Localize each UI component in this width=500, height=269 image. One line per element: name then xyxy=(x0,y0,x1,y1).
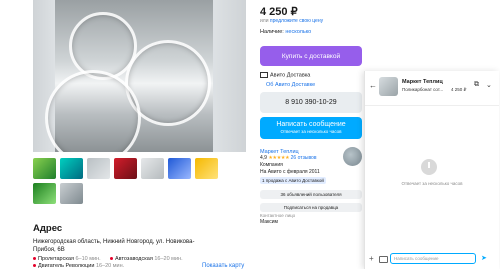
rating-value: 4,9 xyxy=(260,155,267,161)
show-map-link[interactable]: Показать карту xyxy=(202,263,244,269)
price-suggest: или предложите свою цену xyxy=(260,18,323,24)
thumbnail[interactable] xyxy=(141,158,164,179)
chat-panel: ← Маркет Теплиц Поликарбонат сот... 4 25… xyxy=(364,71,499,269)
stock-status: Наличие: несколько xyxy=(260,29,311,35)
seller-since: На Авито с февраля 2011 xyxy=(260,169,320,175)
seller-badge: 1 продажа с Авито Доставкой xyxy=(260,177,326,184)
metro-time: 16–20 мин. xyxy=(95,263,125,269)
buy-with-delivery-button[interactable]: Купить с доставкой xyxy=(260,46,362,66)
thumbnail[interactable] xyxy=(114,158,137,179)
seller-ads-button[interactable]: 36 объявлений пользователя xyxy=(260,190,362,199)
suggest-price-link[interactable]: предложите свою цену xyxy=(270,18,323,24)
chat-message-input[interactable]: Написать сообщение xyxy=(390,253,476,264)
metro-time: 6–10 мин. xyxy=(75,256,101,262)
metro-name: Пролетарская xyxy=(38,256,74,262)
delivery-label: Авито Доставка xyxy=(270,72,311,79)
address-line: Нижегородская область, Нижний Новгород, … xyxy=(33,239,195,245)
chat-item-thumbnail xyxy=(379,77,398,96)
send-icon[interactable]: ➤ xyxy=(481,254,487,262)
message-button-label: Написать сообщение xyxy=(276,121,346,128)
metro-name: Двигатель Революции xyxy=(38,263,95,269)
message-button-sub: Отвечает за несколько часов xyxy=(280,129,342,134)
chat-input-row: + Написать сообщение ➤ xyxy=(365,253,499,267)
thumbnail[interactable] xyxy=(60,158,83,179)
write-message-button[interactable]: Написать сообщение Отвечает за несколько… xyxy=(260,117,362,139)
chevron-down-icon[interactable]: ⌄ xyxy=(486,81,492,89)
photo-blur-right xyxy=(213,0,246,152)
seller-rating: 4,9 ★★★★★ 26 отзывов xyxy=(260,155,317,161)
camera-icon[interactable] xyxy=(379,256,388,263)
metro-name: Автозаводская xyxy=(115,256,153,262)
thumbnail[interactable] xyxy=(33,183,56,204)
metro-station: Автозаводская 16–20 мин. xyxy=(110,256,183,262)
contact-name: Максим xyxy=(260,219,278,225)
delivery-info: Авито Доставка xyxy=(260,72,310,78)
clock-icon xyxy=(421,159,437,175)
price: 4 250 ₽ xyxy=(260,6,298,18)
chat-subtitle: Поликарбонат сот... xyxy=(402,87,444,92)
address-line: Прибоя, 6В xyxy=(33,247,65,253)
metro-time: 16–20 мин. xyxy=(154,256,183,262)
chat-price: 4 250 ₽ xyxy=(451,87,467,92)
subscribe-button[interactable]: Подписаться на продавца xyxy=(260,203,362,212)
seller-type: Компания xyxy=(260,162,283,168)
photo-main xyxy=(45,0,213,152)
stock-value: несколько xyxy=(285,29,312,35)
about-delivery-link[interactable]: Об Авито Доставке xyxy=(266,82,315,88)
back-arrow-icon[interactable]: ← xyxy=(369,81,377,90)
metro-station: Двигатель Революции 16–20 мин. xyxy=(33,263,124,269)
stock-label: Наличие: xyxy=(260,29,284,35)
metro-dot-icon xyxy=(33,264,36,268)
metro-dot-icon xyxy=(33,257,36,261)
plus-icon[interactable]: + xyxy=(369,254,374,263)
open-external-icon[interactable]: ⧉ xyxy=(474,81,479,89)
rating-stars-icon: ★★★★★ xyxy=(268,155,290,161)
thumbnail[interactable] xyxy=(168,158,191,179)
reviews-link[interactable]: 26 отзывов xyxy=(291,155,317,161)
phone-button[interactable]: 8 910 390-10-29 xyxy=(260,92,362,113)
chat-empty-text: Отвечает за несколько часов xyxy=(401,181,463,186)
chat-header: ← Маркет Теплиц Поликарбонат сот... 4 25… xyxy=(365,71,499,106)
contact-label: Контактное лицо xyxy=(260,213,296,218)
thumbnail[interactable] xyxy=(60,183,83,204)
chat-title: Маркет Теплиц xyxy=(402,79,443,85)
thumbnail[interactable] xyxy=(195,158,218,179)
product-photo[interactable] xyxy=(33,0,246,152)
metro-station: Пролетарская 6–10 мин. xyxy=(33,256,101,262)
price-suggest-prefix: или xyxy=(260,18,269,24)
metro-dot-icon xyxy=(110,257,113,261)
address-title: Адрес xyxy=(33,223,63,234)
truck-icon xyxy=(260,72,268,78)
seller-avatar[interactable] xyxy=(343,147,362,166)
thumbnail[interactable] xyxy=(87,158,110,179)
thumbnail[interactable] xyxy=(33,158,56,179)
